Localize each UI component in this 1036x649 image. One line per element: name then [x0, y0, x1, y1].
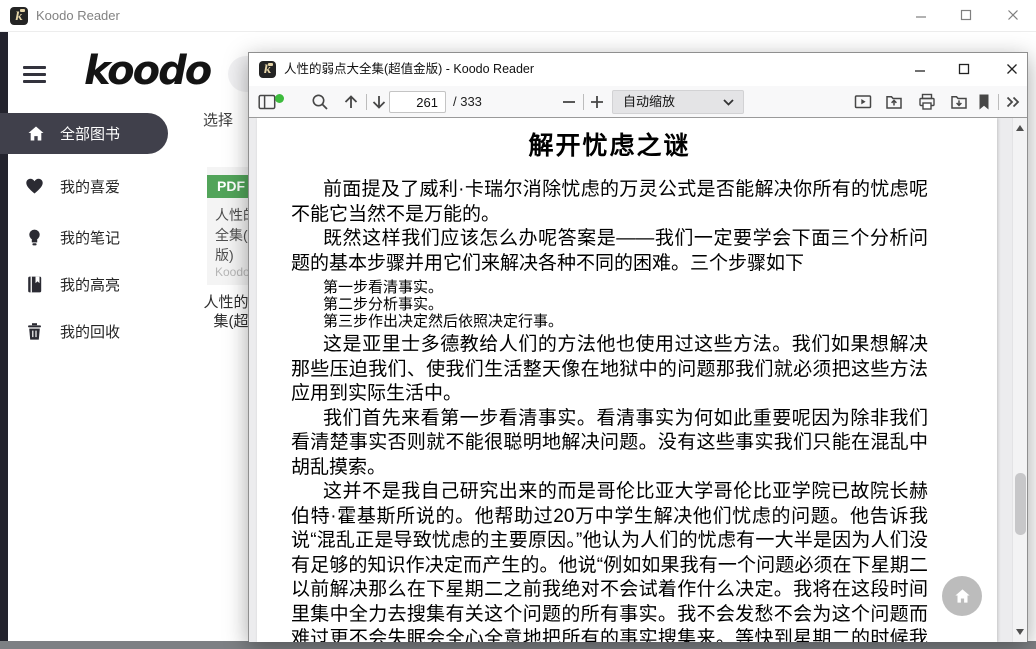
scroll-up-arrow-icon[interactable]: [1016, 125, 1024, 131]
main-minimize-button[interactable]: [905, 0, 937, 30]
page-count-label: / 333: [453, 86, 482, 118]
koodo-app-icon: k: [259, 61, 276, 78]
page-text: 解开忧虑之谜 前面提及了威利·卡瑞尔消除忧虑的万灵公式是否能解决你所有的忧虑呢不…: [257, 126, 997, 642]
zoom-out-button[interactable]: [560, 93, 578, 111]
sidebar-item-notes[interactable]: 我的笔记: [0, 221, 200, 253]
zoom-in-button[interactable]: [588, 93, 606, 111]
pdf-minimize-button[interactable]: [904, 54, 936, 84]
sidebar-item-label: 我的喜爱: [60, 176, 120, 197]
open-file-button[interactable]: [885, 93, 903, 111]
heart-icon: [25, 177, 44, 195]
sidebar-item-label: 我的回收: [60, 321, 120, 342]
print-button[interactable]: [918, 93, 936, 111]
zoom-mode-label: 自动缩放: [623, 91, 675, 113]
main-titlebar: k Koodo Reader: [0, 0, 1036, 32]
scrollbar-thumb[interactable]: [1015, 473, 1026, 535]
maximize-icon: [960, 9, 972, 21]
zoom-mode-select[interactable]: 自动缩放: [612, 90, 744, 114]
arrow-up-icon: [342, 93, 360, 111]
vertical-scrollbar[interactable]: [1012, 118, 1027, 642]
pdf-toolbar: / 333 自动缩放: [249, 86, 1027, 118]
back-to-library-button[interactable]: [942, 576, 982, 616]
home-icon: [954, 588, 971, 605]
sidebar-item-all-books[interactable]: 全部图书: [0, 113, 168, 154]
koodo-app-icon: k: [10, 7, 28, 25]
bottom-edge-bar: [0, 641, 1036, 649]
download-icon: [950, 93, 968, 111]
arrow-down-icon: [370, 93, 388, 111]
paragraph: 我们首先来看第一步看清事实。看清事实为何如此重要呢因为除非我们看清楚事实否则就不…: [291, 407, 928, 481]
close-icon: [1007, 9, 1019, 21]
pdf-viewer-area: 解开忧虑之谜 前面提及了威利·卡瑞尔消除忧虑的万灵公式是否能解决你所有的忧虑呢不…: [249, 118, 1027, 642]
menu-button[interactable]: [23, 66, 46, 83]
book-icon: [25, 275, 44, 294]
double-chevron-right-icon: [1004, 93, 1022, 111]
open-file-icon: [885, 93, 903, 111]
sidebar-item-highlights[interactable]: 我的高亮: [0, 268, 200, 300]
sidebar-item-favorites[interactable]: 我的喜爱: [0, 170, 200, 202]
app-icon-notch: [268, 63, 273, 66]
pdf-close-button[interactable]: [996, 54, 1028, 84]
minus-icon: [561, 94, 577, 110]
close-icon: [1006, 63, 1018, 75]
sidebar-toggle-icon: [258, 93, 276, 111]
toolbar-divider: [583, 94, 584, 110]
main-close-button[interactable]: [997, 0, 1029, 30]
step-line: 第二步分析事实。: [323, 296, 928, 313]
pdf-window-title: 人性的弱点大全集(超值金版) - Koodo Reader: [284, 53, 534, 86]
notification-dot: [275, 94, 284, 103]
page-number-input[interactable]: [389, 91, 446, 113]
app-icon-notch: [20, 9, 25, 12]
next-page-button[interactable]: [370, 93, 388, 111]
presentation-mode-button[interactable]: [854, 93, 872, 111]
pdf-reader-window: k 人性的弱点大全集(超值金版) - Koodo Reader: [248, 52, 1028, 641]
plus-icon: [589, 94, 605, 110]
koodo-logo: koodo: [84, 48, 210, 94]
minimize-icon: [914, 63, 926, 75]
sidebar-item-label: 我的笔记: [60, 227, 120, 248]
steps-list: 第一步看清事实。 第二步分析事实。 第三步作出决定然后依照决定行事。: [323, 279, 928, 330]
previous-page-button[interactable]: [342, 93, 360, 111]
scroll-down-arrow-icon[interactable]: [1016, 629, 1024, 635]
main-window-title: Koodo Reader: [36, 0, 120, 32]
main-maximize-button[interactable]: [950, 0, 982, 30]
chevron-down-icon: [723, 99, 734, 106]
home-icon: [27, 125, 45, 143]
select-button[interactable]: 选择: [203, 109, 233, 130]
download-button[interactable]: [950, 93, 968, 111]
book-card-source: Koodo: [215, 265, 250, 279]
step-line: 第三步作出决定然后依照决定行事。: [323, 313, 928, 330]
paragraph: 这是亚里士多德教给人们的方法他也使用过这些方法。我们如果想解决那些压迫我们、使我…: [291, 333, 928, 407]
menu-icon: [23, 66, 46, 69]
print-icon: [918, 93, 936, 111]
sidebar-item-label: 我的高亮: [60, 274, 120, 295]
toolbar-divider: [998, 94, 999, 110]
paragraph: 既然这样我们应该怎么办呢答案是——我们一定要学会下面三个分析问题的基本步骤并用它…: [291, 227, 928, 276]
toolbar-divider: [366, 94, 367, 110]
pdf-maximize-button[interactable]: [948, 54, 980, 84]
find-button[interactable]: [311, 93, 329, 111]
lightbulb-icon: [25, 228, 44, 247]
sidebar-item-trash[interactable]: 我的回收: [0, 315, 200, 347]
chapter-heading: 解开忧虑之谜: [291, 126, 928, 162]
trash-icon: [25, 322, 44, 341]
search-icon: [311, 93, 329, 111]
minimize-icon: [915, 9, 927, 21]
pdf-titlebar: k 人性的弱点大全集(超值金版) - Koodo Reader: [249, 53, 1027, 86]
paragraph: 这并不是我自己研究出来的而是哥伦比亚大学哥伦比亚学院已故院长赫伯特·霍基斯所说的…: [291, 480, 928, 642]
sidebar-toggle-button[interactable]: [258, 93, 276, 111]
maximize-icon: [958, 63, 970, 75]
step-line: 第一步看清事实。: [323, 279, 928, 296]
sidebar-item-label: 全部图书: [60, 123, 120, 144]
pdf-page: 解开忧虑之谜 前面提及了威利·卡瑞尔消除忧虑的万灵公式是否能解决你所有的忧虑呢不…: [257, 118, 997, 642]
bookmark-icon: [977, 93, 991, 111]
screen: k Koodo Reader koodo 选择 全部图书 我的喜爱: [0, 0, 1036, 649]
paragraph: 前面提及了威利·卡瑞尔消除忧虑的万灵公式是否能解决你所有的忧虑呢不能它当然不是万…: [291, 178, 928, 227]
bookmark-button[interactable]: [977, 93, 991, 111]
more-tools-button[interactable]: [1004, 93, 1022, 111]
presentation-icon: [854, 93, 872, 111]
